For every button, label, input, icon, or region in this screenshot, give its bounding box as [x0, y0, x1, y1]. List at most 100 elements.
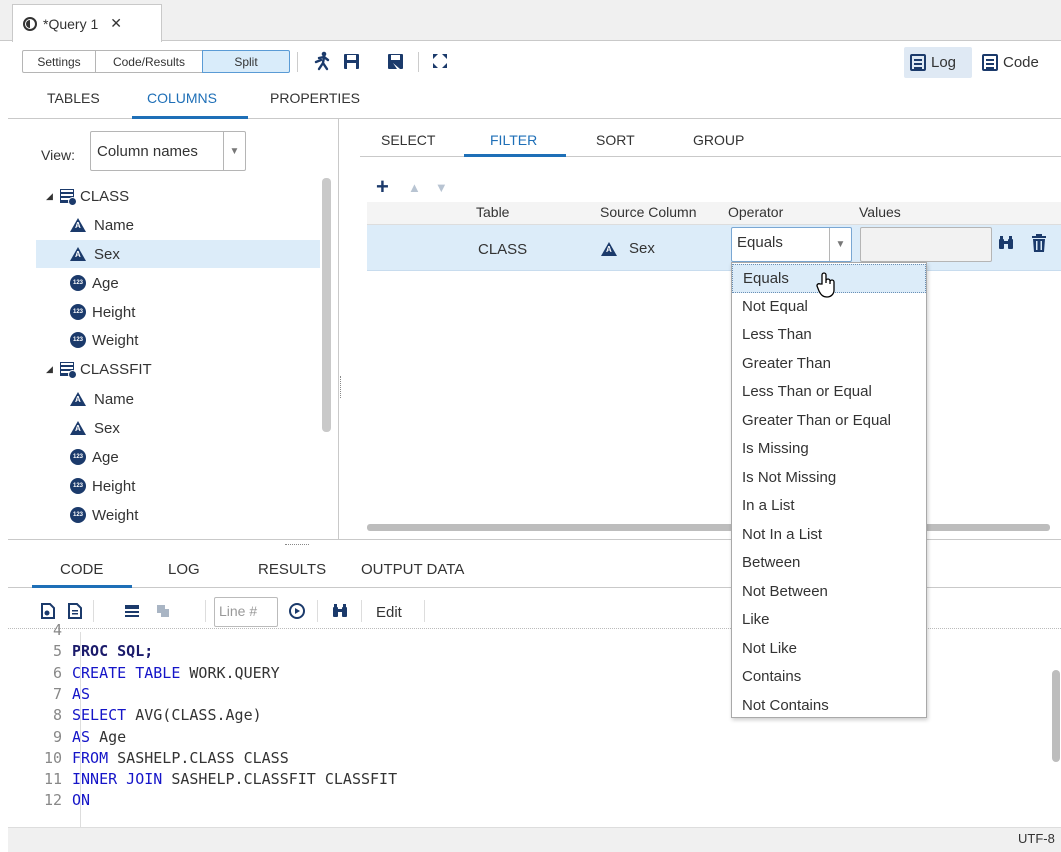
- tree-column-node[interactable]: Sex: [36, 414, 320, 442]
- numeric-column-icon: 123: [70, 507, 86, 523]
- view-select[interactable]: Column names ▼: [90, 131, 246, 171]
- tree-column-node[interactable]: 123 Height: [36, 298, 320, 326]
- character-column-icon: [70, 218, 86, 232]
- character-column-icon: [70, 421, 86, 435]
- tab-group[interactable]: GROUP: [693, 132, 744, 154]
- tab-sort[interactable]: SORT: [596, 132, 635, 154]
- toolbar-divider: [361, 600, 362, 622]
- code-pane-button[interactable]: Code: [976, 47, 1061, 78]
- tab-columns[interactable]: COLUMNS: [147, 90, 217, 114]
- go-to-line-icon[interactable]: [287, 601, 307, 621]
- operator-option[interactable]: Like: [732, 606, 926, 635]
- tree-column-node[interactable]: 123 Age: [36, 443, 320, 471]
- operator-option[interactable]: Is Missing: [732, 435, 926, 464]
- tab-output-data[interactable]: OUTPUT DATA: [361, 561, 464, 578]
- tab-code[interactable]: CODE: [60, 561, 103, 578]
- tab-tables[interactable]: TABLES: [47, 90, 100, 114]
- tab-select[interactable]: SELECT: [381, 132, 435, 154]
- tree-column-node[interactable]: 123 Height: [36, 472, 320, 500]
- arrow-up-icon[interactable]: ▲: [408, 180, 421, 195]
- format-code-icon[interactable]: [38, 601, 58, 621]
- operator-select[interactable]: Equals ▼: [731, 227, 852, 262]
- vertical-splitter[interactable]: [340, 376, 343, 398]
- line-number: 12: [43, 791, 62, 810]
- document-tab-query1[interactable]: *Query 1 ✕: [12, 4, 162, 42]
- split-button[interactable]: Split: [202, 50, 290, 73]
- code-keyword: CREATE TABLE: [72, 663, 190, 682]
- operator-option[interactable]: In a List: [732, 492, 926, 521]
- edit-menu-button[interactable]: Edit: [376, 604, 402, 621]
- arrow-down-icon[interactable]: ▼: [435, 180, 448, 195]
- operator-option[interactable]: Less Than: [732, 321, 926, 350]
- expand-caret-icon[interactable]: ◢: [46, 191, 56, 202]
- tab-log[interactable]: LOG: [168, 561, 200, 578]
- tree-column-node[interactable]: Name: [36, 385, 320, 413]
- column-header-source[interactable]: Source Column: [600, 204, 697, 220]
- code-keyword: INNER JOIN: [72, 770, 172, 789]
- tab-properties[interactable]: PROPERTIES: [270, 90, 360, 114]
- chevron-down-icon[interactable]: ▼: [223, 132, 245, 170]
- toolbar-divider: [317, 600, 318, 622]
- column-header-values[interactable]: Values: [859, 204, 901, 220]
- expand-caret-icon[interactable]: ◢: [46, 364, 56, 375]
- active-bottom-tab-indicator: [32, 585, 132, 588]
- close-icon[interactable]: ✕: [110, 15, 122, 32]
- tree-node-label: CLASS: [80, 187, 130, 205]
- code-results-button[interactable]: Code/Results: [95, 50, 203, 73]
- trash-icon[interactable]: [1032, 234, 1046, 252]
- tree-column-node[interactable]: 123 Weight: [36, 501, 320, 529]
- operator-option[interactable]: Not In a List: [732, 521, 926, 550]
- operator-option[interactable]: Not Contains: [732, 692, 926, 721]
- operator-option[interactable]: Not Like: [732, 635, 926, 664]
- code-keyword: SELECT: [72, 706, 136, 725]
- code-line: 7 AS: [8, 685, 90, 706]
- tree-table-node[interactable]: ◢ CLASS: [36, 182, 320, 210]
- running-man-icon[interactable]: [311, 50, 333, 72]
- maximize-icon[interactable]: [429, 50, 451, 72]
- tree-scrollbar[interactable]: [322, 178, 331, 432]
- floppy-icon[interactable]: [340, 50, 362, 72]
- tree-table-node[interactable]: ◢ CLASSFIT: [36, 355, 320, 383]
- operator-option[interactable]: Is Not Missing: [732, 464, 926, 493]
- tree-node-label: Name: [94, 390, 135, 408]
- plus-icon[interactable]: +: [376, 174, 394, 200]
- operator-option[interactable]: Greater Than or Equal: [732, 407, 926, 436]
- operator-option[interactable]: Less Than or Equal: [732, 378, 926, 407]
- log-pane-button[interactable]: Log: [904, 47, 972, 78]
- code-line: 10 FROM SASHELP.CLASS CLASS: [8, 749, 289, 770]
- horizontal-splitter[interactable]: [285, 544, 309, 546]
- code-line: 4: [8, 621, 72, 642]
- values-input[interactable]: [860, 227, 992, 262]
- tab-filter[interactable]: FILTER: [490, 132, 537, 154]
- code-keyword: PROC SQL;: [72, 642, 154, 661]
- line-number-input[interactable]: Line #: [214, 597, 278, 627]
- copy-code-icon[interactable]: [65, 601, 85, 621]
- settings-button[interactable]: Settings: [22, 50, 96, 73]
- tree-column-node[interactable]: 123 Weight: [36, 326, 320, 354]
- binoculars-icon[interactable]: [998, 236, 1014, 255]
- floppy-as-icon[interactable]: [384, 50, 406, 72]
- tree-node-label: Sex: [94, 245, 120, 263]
- operator-option[interactable]: Contains: [732, 663, 926, 692]
- chevron-down-icon[interactable]: ▼: [829, 228, 851, 261]
- line-number: 9: [52, 727, 62, 746]
- operator-option[interactable]: Greater Than: [732, 350, 926, 379]
- binoculars-icon[interactable]: [330, 601, 350, 621]
- grid-horizontal-scrollbar[interactable]: [367, 524, 1050, 531]
- code-identifier: Age: [99, 727, 127, 746]
- tab-results[interactable]: RESULTS: [258, 561, 326, 578]
- column-header-operator[interactable]: Operator: [728, 204, 783, 220]
- filter-table-cell: CLASS: [478, 241, 528, 258]
- tree-column-node[interactable]: Sex: [36, 240, 320, 268]
- operator-option[interactable]: Not Between: [732, 578, 926, 607]
- toolbar-divider: [205, 600, 206, 622]
- paste-icon[interactable]: [153, 601, 173, 621]
- line-number: 6: [52, 663, 62, 682]
- code-scrollbar[interactable]: [1052, 670, 1060, 762]
- tree-column-node[interactable]: Name: [36, 211, 320, 239]
- split-editor-icon[interactable]: [122, 601, 142, 621]
- operator-option[interactable]: Between: [732, 549, 926, 578]
- column-header-table[interactable]: Table: [476, 204, 509, 220]
- toolbar-divider: [424, 600, 425, 622]
- tree-column-node[interactable]: 123 Age: [36, 269, 320, 297]
